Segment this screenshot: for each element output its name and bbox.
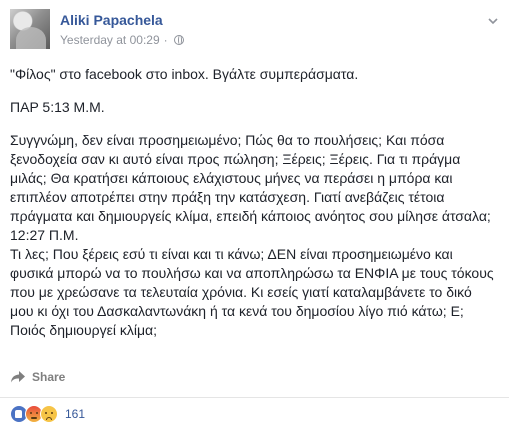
reaction-count[interactable]: 161 — [65, 407, 85, 421]
author-avatar[interactable] — [10, 9, 50, 49]
sad-icon — [40, 405, 58, 423]
post-paragraph-message-2: Τι λες; Που ξέρεις εσύ τι είναι και τι κ… — [10, 246, 494, 338]
divider — [0, 397, 509, 398]
share-icon — [10, 370, 26, 384]
post-card: Aliki Papachela Yesterday at 00:29 · "Φί… — [0, 0, 509, 436]
meta-separator: · — [163, 33, 168, 47]
reactions-bar[interactable]: 161 — [10, 405, 85, 423]
share-label: Share — [32, 370, 66, 384]
post-body: "Φίλος" στο facebook στο inbox. Βγάλτε σ… — [10, 65, 498, 340]
chevron-down-icon[interactable] — [486, 14, 500, 28]
post-paragraph-intro: "Φίλος" στο facebook στο inbox. Βγάλτε σ… — [10, 66, 359, 82]
author-name[interactable]: Aliki Papachela — [60, 12, 163, 28]
share-button[interactable]: Share — [10, 370, 65, 384]
post-timestamp[interactable]: Yesterday at 00:29 — [60, 33, 160, 47]
post-paragraph-message-1: Συγγνώμη, δεν είναι προσημειωμένο; Πώς θ… — [10, 132, 491, 224]
post-time-2: 12:27 Π.Μ. — [10, 227, 79, 243]
globe-icon[interactable] — [173, 35, 184, 45]
post-time-1: ΠΑΡ 5:13 Μ.Μ. — [10, 99, 105, 115]
post-meta: Yesterday at 00:29 · — [60, 33, 184, 47]
